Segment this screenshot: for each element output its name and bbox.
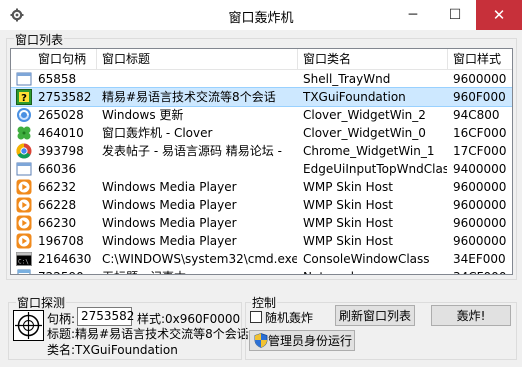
- help-question-icon: ?: [16, 89, 32, 105]
- minimize-button[interactable]: ─: [392, 0, 434, 30]
- cell-style: 34EF000: [453, 252, 506, 266]
- column-header-class[interactable]: 窗口类名: [298, 49, 448, 69]
- cell-class: EdgeUiInputTopWndClass: [303, 162, 447, 176]
- cell-handle: 2753582: [38, 90, 92, 104]
- cell-title: C:\WINDOWS\system32\cmd.exe: [102, 252, 297, 266]
- cell-handle: 65858: [38, 72, 77, 86]
- table-row[interactable]: 464010 窗口轰炸机 - Clover Clover_WidgetWin_0 16…: [11, 124, 512, 142]
- cell-handle: 722590: [38, 268, 96, 274]
- cell-style: 9600000: [453, 216, 507, 230]
- cell-style: 9600000: [453, 234, 507, 248]
- cell-class: WMP Skin Host: [303, 198, 393, 212]
- cell-class: ConsoleWindowClass: [303, 252, 430, 266]
- table-row[interactable]: 393798 发表帖子 - 易语言源码 精易论坛 - Chrome_WidgetWi…: [11, 142, 512, 160]
- run-as-admin-button[interactable]: 管理员身份运行: [249, 330, 355, 351]
- random-bomb-label[interactable]: 随机轰炸: [265, 309, 313, 326]
- blank-window-icon: [16, 72, 32, 86]
- cell-class: Notepad: [303, 268, 447, 274]
- crosshair-icon[interactable]: [13, 310, 44, 341]
- probe-title-text: 标题:精易#易语言技术交流等8个会话: [47, 327, 249, 341]
- cell-handle: 2164630: [38, 252, 92, 266]
- shield-icon: [254, 333, 268, 348]
- clover-icon: [17, 126, 31, 140]
- table-row[interactable]: C:\ 2164630 C:\WINDOWS\system32\cmd.exe Con…: [11, 250, 512, 268]
- media-player-icon: [16, 197, 32, 213]
- cell-class: Shell_TrayWnd: [303, 72, 391, 86]
- column-header-handle[interactable]: 窗口句柄: [11, 49, 97, 69]
- column-header-title[interactable]: 窗口标题: [97, 49, 298, 69]
- media-player-icon: [16, 215, 32, 231]
- cell-style: 17CF000: [453, 144, 507, 158]
- cell-class: WMP Skin Host: [303, 234, 393, 248]
- cell-handle: 393798: [38, 144, 84, 158]
- cell-title: 发表帖子 - 易语言源码 精易论坛 -: [102, 144, 282, 158]
- cell-handle: 66228: [38, 198, 77, 212]
- media-player-icon: [16, 233, 32, 249]
- maximize-button[interactable]: ☐: [434, 0, 476, 30]
- cell-style: 960F000: [453, 90, 506, 104]
- cell-handle: 196708: [38, 234, 84, 248]
- cell-handle: 265028: [38, 108, 84, 122]
- table-row[interactable]: 66036 EdgeUiInputTopWndClass 9400000: [11, 160, 512, 178]
- cell-style: 34CF000: [453, 268, 512, 274]
- cell-handle: 66232: [38, 180, 77, 194]
- cell-handle: 464010: [38, 126, 84, 140]
- cell-title: 精易#易语言技术交流等8个会话: [102, 90, 276, 104]
- cell-style: 9400000: [453, 162, 507, 176]
- cell-title: [102, 70, 297, 88]
- table-row[interactable]: 196708 Windows Media Player WMP Skin Host 9…: [11, 232, 512, 250]
- cell-class: Chrome_WidgetWin_1: [303, 144, 435, 158]
- probe-label: 窗口探测: [16, 294, 67, 311]
- table-row[interactable]: 66228 Windows Media Player WMP Skin Host 96…: [11, 196, 512, 214]
- random-bomb-checkbox[interactable]: [250, 311, 262, 323]
- probe-class-text: 类名:TXGuiFoundation: [47, 343, 178, 357]
- cell-title: Windows Media Player: [102, 180, 237, 194]
- window-listview[interactable]: 窗口句柄 窗口标题 窗口类名 窗口样式 65858 Shell_TrayWnd 96…: [10, 48, 513, 275]
- cell-style: 9600000: [453, 72, 507, 86]
- cell-title: Windows Media Player: [102, 198, 237, 212]
- table-row[interactable]: 265028 Windows 更新 Clover_WidgetWin_2 94C800: [11, 106, 512, 124]
- table-row[interactable]: 66230 Windows Media Player WMP Skin Host 96…: [11, 214, 512, 232]
- bomb-button[interactable]: 轰炸!: [431, 305, 511, 326]
- cell-class: WMP Skin Host: [303, 216, 393, 230]
- cell-style: 9600000: [453, 198, 507, 212]
- refresh-list-button[interactable]: 刷新窗口列表: [335, 305, 415, 326]
- windows-update-icon: [17, 108, 31, 122]
- cmd-icon: C:\: [16, 252, 32, 266]
- cell-title: Windows Media Player: [102, 216, 237, 230]
- probe-handle-field[interactable]: 2753582: [77, 307, 134, 326]
- main-window: 窗口轰炸机 ─ ☐ ✕ 窗口列表 窗口句柄 窗口标题 窗口类名 窗口样式 658…: [0, 0, 522, 367]
- svg-text:?: ?: [21, 93, 27, 104]
- close-button[interactable]: ✕: [476, 0, 522, 30]
- notepad-icon: [17, 269, 31, 274]
- cell-handle: 66230: [38, 216, 77, 230]
- media-player-icon: [16, 179, 32, 195]
- cell-class: Clover_WidgetWin_2: [303, 108, 426, 122]
- cell-style: 94C800: [453, 108, 500, 122]
- cell-title: 窗口轰炸机 - Clover: [102, 126, 213, 140]
- column-header-style[interactable]: 窗口样式: [448, 49, 512, 69]
- cell-class: TXGuiFoundation: [303, 90, 406, 104]
- cell-class: Clover_WidgetWin_0: [303, 126, 426, 140]
- table-row[interactable]: ? 2753582 精易#易语言技术交流等8个会话 TXGuiFoundation 96…: [11, 87, 512, 107]
- chrome-icon: [16, 143, 32, 159]
- table-row[interactable]: 722590 无标题 - 记事本 Notepad 34CF000: [11, 268, 512, 274]
- cell-style: 9600000: [453, 180, 507, 194]
- svg-text:C:\: C:\: [18, 259, 29, 266]
- window-list-label: 窗口列表: [14, 31, 65, 48]
- cell-title: Windows 更新: [102, 108, 184, 122]
- run-as-admin-label: 管理员身份运行: [268, 334, 353, 348]
- blank-window-icon: [16, 162, 32, 176]
- cell-handle: 66036: [38, 162, 77, 176]
- cell-style: 16CF000: [453, 126, 507, 140]
- cell-title: [102, 160, 297, 178]
- cell-title: Windows Media Player: [102, 234, 237, 248]
- table-row[interactable]: 65858 Shell_TrayWnd 9600000: [11, 70, 512, 88]
- cell-title: 无标题 - 记事本: [102, 268, 297, 274]
- cell-class: WMP Skin Host: [303, 180, 393, 194]
- table-row[interactable]: 66232 Windows Media Player WMP Skin Host 96…: [11, 178, 512, 196]
- listview-header: 窗口句柄 窗口标题 窗口类名 窗口样式: [11, 49, 512, 70]
- title-bar[interactable]: 窗口轰炸机 ─ ☐ ✕: [0, 0, 522, 30]
